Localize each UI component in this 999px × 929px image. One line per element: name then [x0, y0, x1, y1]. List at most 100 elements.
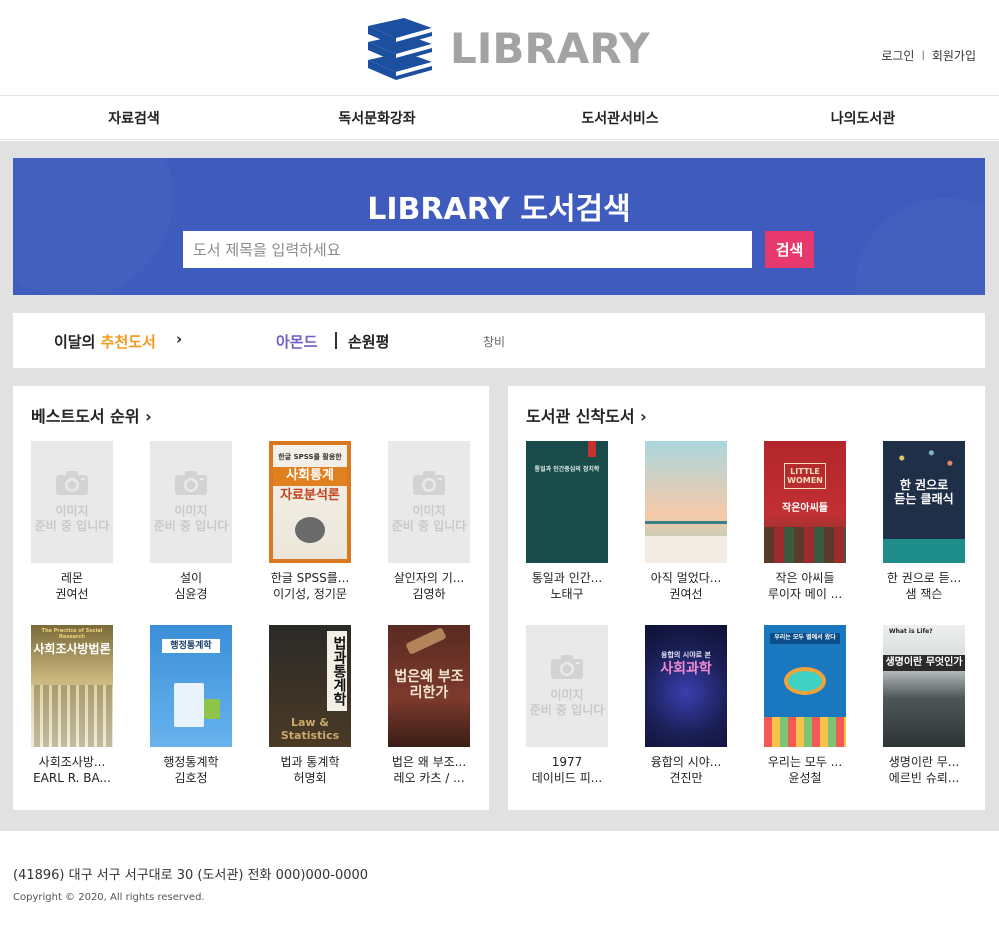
book-cover[interactable]: LITTLE WOMEN 작은아씨들 — [764, 441, 846, 563]
camera-icon — [412, 470, 446, 500]
book-title[interactable]: 법과 통계학 — [260, 754, 360, 770]
book-cover[interactable] — [645, 441, 727, 563]
recommend-label-accent: 추천도서 — [100, 333, 156, 351]
no-image-text: 이미지 — [55, 504, 89, 518]
book-cover[interactable]: 한글 SPSS를 활용한 사회통계 자료분석론 — [269, 441, 351, 563]
new-arrivals-heading[interactable]: 도서관 신착도서 › — [526, 403, 647, 427]
book-title[interactable]: 행정통계학 — [141, 754, 241, 770]
cover-title: 통일과 인간중심의 정치학 — [534, 466, 600, 473]
book-title[interactable]: 1977 — [517, 754, 617, 770]
recommend-label-prefix: 이달의 — [54, 333, 96, 351]
book-author: 윤성철 — [788, 771, 822, 785]
book-cover[interactable]: 이미지 준비 중 입니다 — [526, 625, 608, 747]
site-footer: (41896) 대구 서구 서구대로 30 (도서관) 전화 000)000-0… — [0, 831, 999, 929]
signup-link[interactable]: 회원가입 — [932, 47, 976, 64]
nav-item-my-library[interactable]: 나의도서관 — [831, 108, 895, 128]
book-title[interactable]: 생명이란 무... — [874, 754, 974, 770]
link-separator: | — [921, 50, 925, 61]
book-item[interactable]: 이미지 준비 중 입니다설이 심윤경 — [141, 441, 241, 601]
book-cover[interactable]: 우리는 모두 별에서 왔다 — [764, 625, 846, 747]
book-title[interactable]: 사회조사방... — [22, 754, 122, 770]
nav-item-search[interactable]: 자료검색 — [108, 108, 160, 128]
book-cover[interactable]: 행정통계학 — [150, 625, 232, 747]
book-author: 견진만 — [669, 771, 703, 785]
search-input[interactable] — [183, 231, 752, 268]
recommend-book-title[interactable]: 아몬드 — [276, 331, 317, 352]
book-cover[interactable]: 통일과 인간중심의 정치학 — [526, 441, 608, 563]
main-nav: 자료검색 독서문화강좌 도서관서비스 나의도서관 — [0, 96, 999, 140]
cover-title: 법과통계학 — [327, 631, 347, 711]
cover-graphic — [31, 685, 113, 747]
nav-item-services[interactable]: 도서관서비스 — [581, 108, 658, 128]
cover-graphic — [645, 536, 727, 563]
book-cover[interactable]: 이미지 준비 중 입니다 — [150, 441, 232, 563]
cover-title: 행정통계학 — [162, 639, 220, 654]
book-title[interactable]: 레몬 — [22, 570, 122, 586]
recommend-label[interactable]: 이달의 추천도서 — [54, 331, 156, 352]
cover-graphic — [764, 717, 846, 747]
monthly-recommendation: 이달의 추천도서 › 아몬드 손원평 창비 — [13, 313, 985, 368]
cover-title: LITTLE WOMEN — [784, 463, 826, 490]
site-logo[interactable]: LIBRARY — [364, 16, 650, 82]
book-item[interactable]: 법과통계학 Law & Statistics 법과 통계학 허명회 — [260, 625, 360, 785]
chevron-right-icon[interactable]: › — [176, 330, 182, 348]
book-author: 권여선 — [55, 587, 89, 601]
book-title[interactable]: 살인자의 기... — [379, 570, 479, 586]
cover-graphic — [883, 539, 965, 563]
no-image-text: 준비 중 입니다 — [391, 519, 467, 533]
book-cover[interactable]: 법과통계학 Law & Statistics — [269, 625, 351, 747]
planet-graphic — [788, 671, 822, 691]
book-cover[interactable]: 이미지 준비 중 입니다 — [31, 441, 113, 563]
bestseller-heading[interactable]: 베스트도서 순위 › — [31, 403, 152, 427]
book-title[interactable]: 우리는 모두 ... — [755, 754, 855, 770]
no-image-text: 이미지 — [550, 688, 584, 702]
book-cover[interactable]: The Practice of Social Research 사회조사방법론 — [31, 625, 113, 747]
book-title[interactable]: 통일과 인간... — [517, 570, 617, 586]
book-item[interactable]: 통일과 인간중심의 정치학 통일과 인간... 노태구 — [517, 441, 617, 601]
book-item[interactable]: LITTLE WOMEN 작은아씨들 작은 아씨들 루이자 메이 ... — [755, 441, 855, 601]
cover-title: 작은아씨들 — [782, 503, 828, 514]
book-author: 에르빈 슈뢰... — [888, 771, 960, 785]
book-title[interactable]: 작은 아씨들 — [755, 570, 855, 586]
book-title[interactable]: 법은 왜 부조... — [379, 754, 479, 770]
book-item[interactable]: What is Life? 생명이란 무엇인가생명이란 무... 에르빈 슈뢰... — [874, 625, 974, 785]
book-item[interactable]: 이미지 준비 중 입니다레몬 권여선 — [22, 441, 122, 601]
cover-title: 한글 SPSS를 활용한 — [278, 453, 342, 461]
book-title[interactable]: 한 권으로 듣... — [874, 570, 974, 586]
book-title[interactable]: 설이 — [141, 570, 241, 586]
footer-copyright: Copyright © 2020, All rights reserved. — [13, 892, 205, 903]
book-item[interactable]: 법은왜 부조리한가 법은 왜 부조... 레오 카츠 / ... — [379, 625, 479, 785]
book-item[interactable]: 행정통계학 행정통계학 김호정 — [141, 625, 241, 785]
no-image-text: 준비 중 입니다 — [34, 519, 110, 533]
search-button[interactable]: 검색 — [765, 231, 814, 268]
book-item[interactable]: The Practice of Social Research 사회조사방법론사회… — [22, 625, 122, 785]
login-link[interactable]: 로그인 — [881, 47, 914, 64]
book-title[interactable]: 융합의 시야... — [636, 754, 736, 770]
hero-title: LIBRARY 도서검색 — [367, 192, 631, 227]
book-author: 허명회 — [293, 771, 327, 785]
book-item[interactable]: 한 권으로 듣는 클래식 한 권으로 듣... 샘 잭슨 — [874, 441, 974, 601]
book-title[interactable]: 아직 멀었다... — [636, 570, 736, 586]
book-item[interactable]: 이미지 준비 중 입니다 살인자의 기... 김영하 — [379, 441, 479, 601]
no-image-text: 이미지 — [412, 504, 446, 518]
cover-title: 한 권으로 듣는 클래식 — [894, 478, 954, 506]
search-hero: LIBRARY 도서검색 검색 — [13, 158, 985, 295]
book-cover[interactable]: 이미지 준비 중 입니다 — [388, 441, 470, 563]
cover-title: The Practice of Social Research — [41, 628, 103, 640]
cover-title: What is Life? — [889, 628, 933, 635]
cover-title: 법은왜 부조리한가 — [394, 669, 464, 702]
book-cover[interactable]: What is Life? 생명이란 무엇인가 — [883, 625, 965, 747]
book-title[interactable]: 한글 SPSS를... — [260, 570, 360, 586]
book-cover[interactable]: 융합의 시야로 본 사회과학 — [645, 625, 727, 747]
book-author: 심윤경 — [174, 587, 208, 601]
camera-icon — [55, 470, 89, 500]
book-item[interactable]: 이미지 준비 중 입니다 1977 데이비드 피... — [517, 625, 617, 785]
book-item[interactable]: 융합의 시야로 본 사회과학융합의 시야... 견진만 — [636, 625, 736, 785]
book-item[interactable]: 한글 SPSS를 활용한 사회통계 자료분석론 한글 SPSS를... 이기성, 정기문 — [260, 441, 360, 601]
book-cover[interactable]: 법은왜 부조리한가 — [388, 625, 470, 747]
book-item[interactable]: 우리는 모두 별에서 왔다우리는 모두 ... 윤성철 — [755, 625, 855, 785]
nav-item-lectures[interactable]: 독서문화강좌 — [338, 108, 415, 128]
book-item[interactable]: 아직 멀었다... 권여선 — [636, 441, 736, 601]
book-cover[interactable]: 한 권으로 듣는 클래식 — [883, 441, 965, 563]
books-logo-icon — [364, 16, 436, 82]
